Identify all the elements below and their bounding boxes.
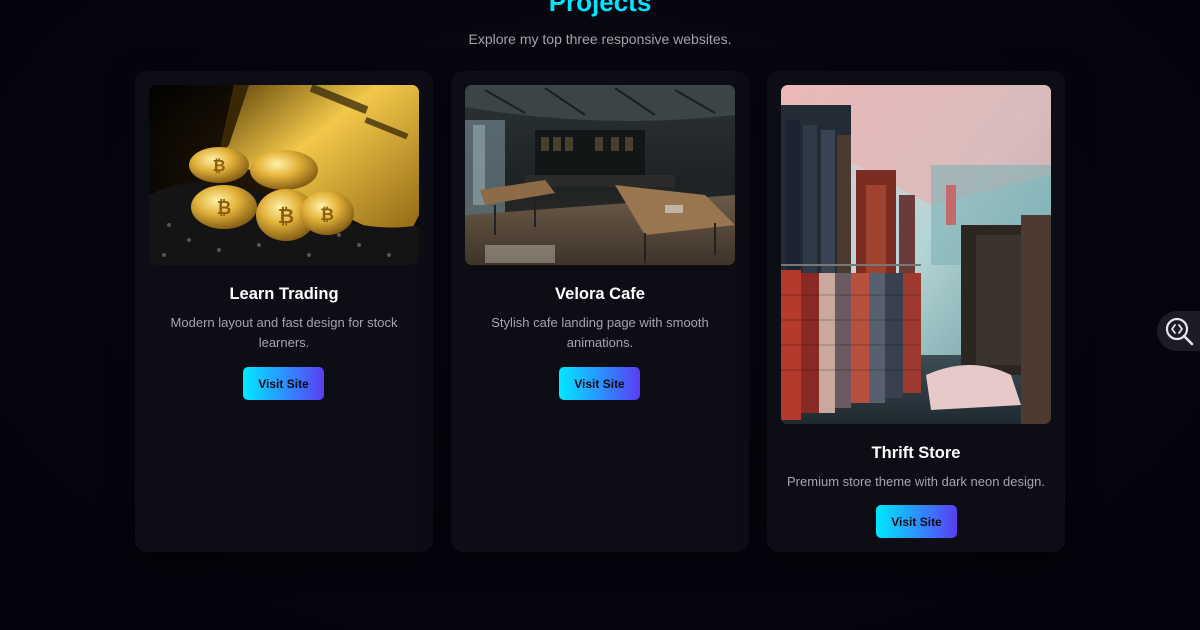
svg-text:₿: ₿ (320, 205, 334, 225)
project-image-thrift-store (781, 85, 1051, 424)
project-title: Velora Cafe (555, 285, 645, 303)
project-card-thrift-store: Thrift Store Premium store theme with da… (767, 71, 1065, 552)
visit-site-button[interactable]: Visit Site (876, 505, 957, 538)
section-title: Projects (548, 0, 652, 17)
project-image-velora-cafe (465, 85, 735, 265)
svg-text:₿: ₿ (278, 204, 294, 228)
visit-site-button[interactable]: Visit Site (243, 367, 324, 400)
svg-text:₿: ₿ (217, 198, 232, 219)
project-description: Premium store theme with dark neon desig… (787, 474, 1045, 489)
section-subtitle: Explore my top three responsive websites… (468, 31, 732, 47)
project-card-velora-cafe: Velora Cafe Stylish cafe landing page wi… (451, 71, 749, 552)
project-title: Learn Trading (229, 285, 339, 303)
svg-text:₿: ₿ (212, 156, 225, 175)
visit-site-button[interactable]: Visit Site (559, 367, 640, 400)
project-description: Stylish cafe landing page with smooth an… (491, 315, 709, 350)
code-search-icon (1165, 317, 1194, 346)
project-title: Thrift Store (871, 444, 961, 462)
project-description: Modern layout and fast design for stock … (170, 315, 398, 350)
projects-page: Projects Explore my top three responsive… (0, 0, 1200, 630)
project-card-learn-trading: ₿ ₿ ₿ ₿ Learn Trading Modern layout and … (135, 71, 433, 552)
code-inspector-toggle[interactable] (1157, 311, 1200, 351)
project-image-learn-trading: ₿ ₿ ₿ ₿ (149, 85, 419, 265)
